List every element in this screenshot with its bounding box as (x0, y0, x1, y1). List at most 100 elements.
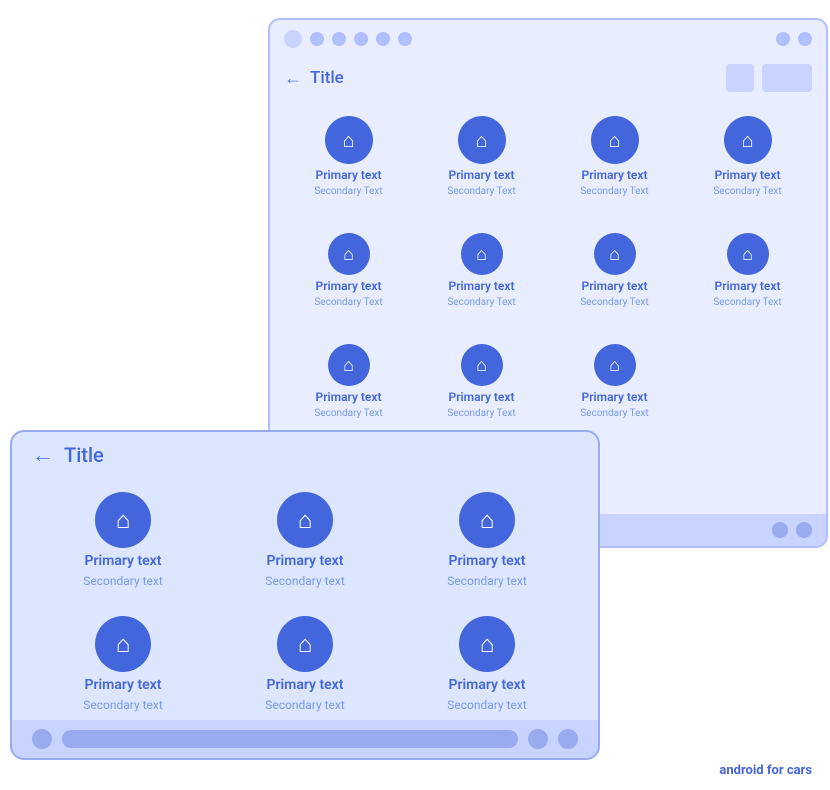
primary-label: Primary text (582, 279, 648, 293)
secondary-label: Secondary text (447, 574, 527, 588)
grid-item[interactable]: ⌂ Primary text Secondary Text (550, 108, 679, 205)
secondary-label: Secondary Text (580, 297, 648, 308)
primary-label: Primary text (449, 279, 515, 293)
tablet-frame: ← Title ⌂ Primary text Secondary text ⌂ … (10, 430, 600, 760)
home-icon: ⌂ (461, 344, 503, 386)
home-icon: ⌂ (594, 233, 636, 275)
phone-status-bar (270, 20, 826, 58)
secondary-label: Secondary Text (713, 297, 781, 308)
home-icon: ⌂ (724, 116, 772, 164)
primary-label: Primary text (449, 168, 515, 182)
grid-item[interactable]: ⌂ Primary text Secondary Text (417, 336, 546, 427)
nav-bar-pill (62, 730, 518, 748)
tablet-grid-item[interactable]: ⌂ Primary text Secondary text (396, 606, 578, 722)
secondary-label: Secondary text (83, 574, 163, 588)
secondary-label: Secondary Text (314, 297, 382, 308)
status-dot (376, 32, 390, 46)
home-icon: ⌂ (461, 233, 503, 275)
secondary-label: Secondary text (83, 698, 163, 712)
action-button-1[interactable] (726, 64, 754, 92)
grid-item[interactable]: ⌂ Primary text Secondary Text (284, 108, 413, 205)
home-icon: ⌂ (325, 116, 373, 164)
home-icon: ⌂ (95, 616, 151, 672)
secondary-label: Secondary text (265, 574, 345, 588)
secondary-label: Secondary Text (580, 408, 648, 419)
tablet-grid-item[interactable]: ⌂ Primary text Secondary text (396, 482, 578, 598)
nav-dot (528, 729, 548, 749)
grid-item[interactable]: ⌂ Primary text Secondary Text (550, 225, 679, 316)
primary-label: Primary text (582, 390, 648, 404)
primary-label: Primary text (449, 677, 526, 693)
tablet-grid-row-2: ⌂ Primary text Secondary text ⌂ Primary … (12, 602, 598, 726)
secondary-label: Secondary Text (314, 186, 382, 197)
tablet-grid-item[interactable]: ⌂ Primary text Secondary text (32, 482, 214, 598)
android-label: android for cars (719, 763, 812, 778)
primary-label: Primary text (449, 390, 515, 404)
bottom-dot (796, 522, 812, 538)
tablet-back-button[interactable]: ← (32, 442, 54, 468)
home-icon: ⌂ (591, 116, 639, 164)
secondary-label: Secondary Text (447, 297, 515, 308)
bottom-dot (772, 522, 788, 538)
primary-label: Primary text (267, 553, 344, 569)
tablet-grid-item[interactable]: ⌂ Primary text Secondary text (214, 606, 396, 722)
tablet-title: Title (64, 443, 104, 467)
grid-item[interactable]: ⌂ Primary text Secondary Text (284, 225, 413, 316)
primary-label: Primary text (316, 168, 382, 182)
home-icon: ⌂ (277, 616, 333, 672)
home-icon: ⌂ (277, 492, 333, 548)
home-icon: ⌂ (328, 233, 370, 275)
status-dot (776, 32, 790, 46)
phone-app-bar: ← Title (270, 58, 826, 98)
secondary-label: Secondary Text (580, 186, 648, 197)
secondary-label: Secondary Text (713, 186, 781, 197)
primary-label: Primary text (316, 390, 382, 404)
status-dot (354, 32, 368, 46)
status-dot (284, 30, 302, 48)
phone-title: Title (310, 68, 718, 88)
home-icon: ⌂ (727, 233, 769, 275)
home-icon: ⌂ (95, 492, 151, 548)
grid-item[interactable]: ⌂ Primary text Secondary Text (550, 336, 679, 427)
home-icon: ⌂ (459, 492, 515, 548)
phone-grid-row-2: ⌂ Primary text Secondary Text ⌂ Primary … (270, 215, 826, 326)
status-dot (310, 32, 324, 46)
secondary-label: Secondary Text (447, 186, 515, 197)
android-label-text: android for cars (719, 763, 812, 778)
secondary-label: Secondary text (447, 698, 527, 712)
primary-label: Primary text (85, 677, 162, 693)
tablet-app-bar: ← Title (12, 432, 598, 478)
back-button[interactable]: ← (284, 68, 302, 89)
primary-label: Primary text (267, 677, 344, 693)
phone-grid-row-3: ⌂ Primary text Secondary Text ⌂ Primary … (270, 326, 826, 437)
primary-label: Primary text (316, 279, 382, 293)
status-dot (398, 32, 412, 46)
grid-item[interactable]: ⌂ Primary text Secondary Text (284, 336, 413, 427)
primary-label: Primary text (582, 168, 648, 182)
home-icon: ⌂ (594, 344, 636, 386)
phone-grid-row-1: ⌂ Primary text Secondary Text ⌂ Primary … (270, 98, 826, 215)
primary-label: Primary text (715, 168, 781, 182)
primary-label: Primary text (449, 553, 526, 569)
secondary-label: Secondary Text (314, 408, 382, 419)
home-icon: ⌂ (328, 344, 370, 386)
status-dot (332, 32, 346, 46)
secondary-label: Secondary text (265, 698, 345, 712)
action-button-2[interactable] (762, 64, 812, 92)
grid-item[interactable]: ⌂ Primary text Secondary Text (683, 108, 812, 205)
primary-label: Primary text (85, 553, 162, 569)
nav-dot (32, 729, 52, 749)
home-icon: ⌂ (459, 616, 515, 672)
grid-item[interactable]: ⌂ Primary text Secondary Text (417, 225, 546, 316)
tablet-grid-item[interactable]: ⌂ Primary text Secondary text (214, 482, 396, 598)
status-dot (798, 32, 812, 46)
grid-item[interactable]: ⌂ Primary text Secondary Text (683, 225, 812, 316)
secondary-label: Secondary Text (447, 408, 515, 419)
primary-label: Primary text (715, 279, 781, 293)
home-icon: ⌂ (458, 116, 506, 164)
tablet-grid-item[interactable]: ⌂ Primary text Secondary text (32, 606, 214, 722)
grid-item[interactable]: ⌂ Primary text Secondary Text (417, 108, 546, 205)
nav-dot (558, 729, 578, 749)
tablet-bottom-bar (12, 720, 598, 758)
tablet-grid-row-1: ⌂ Primary text Secondary text ⌂ Primary … (12, 478, 598, 602)
